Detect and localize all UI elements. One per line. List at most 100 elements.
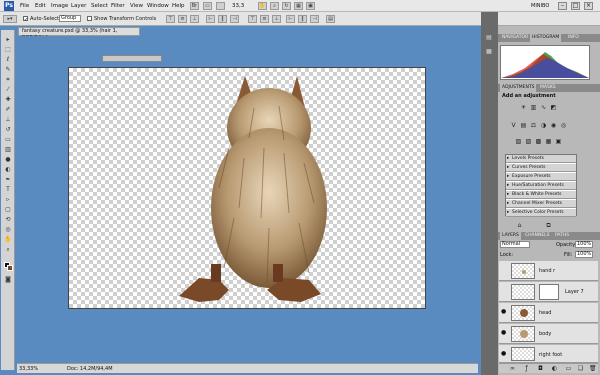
clip-to-layer-icon[interactable]: ⧉	[545, 222, 552, 229]
document-tab[interactable]: fantasy creature.psd @ 33,3% (hair 1, RG…	[18, 27, 140, 41]
visibility-toggle-icon[interactable]: ●	[501, 330, 507, 336]
align-middle-icon[interactable]: ≡	[178, 15, 187, 23]
hand-tool-icon[interactable]: ✋	[258, 2, 267, 10]
quick-mask-icon[interactable]: ◙	[3, 276, 13, 284]
brightness-icon[interactable]: ☀	[520, 104, 527, 111]
preset-exposure[interactable]: Exposure Presets	[506, 173, 576, 181]
dock-panel-icon[interactable]: ▦	[484, 48, 494, 56]
pen-tool-icon[interactable]: ✒	[3, 176, 13, 184]
menu-layer[interactable]: Layer	[71, 3, 86, 9]
path-select-icon[interactable]: ▹	[3, 196, 13, 204]
gradient-tool-icon[interactable]: ▥	[3, 146, 13, 154]
type-tool-icon[interactable]: T	[3, 186, 13, 194]
visibility-toggle-icon[interactable]: ●	[501, 351, 507, 357]
visibility-toggle-icon[interactable]	[501, 288, 507, 294]
add-mask-icon[interactable]: ◘	[537, 365, 544, 372]
dock-panel-icon[interactable]: ▤	[484, 34, 494, 42]
distribute-top-icon[interactable]: ⊤	[248, 15, 257, 23]
document-canvas[interactable]	[68, 67, 426, 309]
exposure-icon[interactable]: ◩	[550, 104, 557, 111]
threshold-icon[interactable]: ▩	[535, 138, 542, 145]
selective-color-icon[interactable]: ▣	[555, 138, 562, 145]
3d-orbit-icon[interactable]: ◎	[3, 226, 13, 234]
dodge-tool-icon[interactable]: ◐	[3, 166, 13, 174]
preset-selective-color[interactable]: Selective Color Presets	[506, 209, 576, 217]
layer-row[interactable]: ● right foot	[499, 345, 598, 363]
distribute-middle-icon[interactable]: ≡	[260, 15, 269, 23]
return-to-list-icon[interactable]: ⌂	[516, 222, 523, 229]
show-transform-checkbox[interactable]	[87, 16, 92, 21]
new-group-icon[interactable]: ▭	[565, 365, 572, 372]
invert-icon[interactable]: ▧	[515, 138, 522, 145]
layer-name[interactable]: right foot	[539, 352, 562, 358]
rotate-view-icon[interactable]: ↻	[282, 2, 291, 10]
layer-row[interactable]: hand r	[499, 261, 598, 281]
arrange-documents-icon[interactable]: ▦	[294, 2, 303, 10]
preset-curves[interactable]: Curves Presets	[506, 164, 576, 172]
tab-layers[interactable]: LAYERS	[500, 232, 521, 240]
doc-size-readout[interactable]: Doc: 14,2M/94,4M	[67, 366, 113, 372]
gradient-map-icon[interactable]: ▦	[545, 138, 552, 145]
layer-row[interactable]: ● head	[499, 303, 598, 323]
menu-help[interactable]: Help	[172, 3, 185, 9]
visibility-toggle-icon[interactable]: ●	[501, 309, 507, 315]
menu-filter[interactable]: Filter	[111, 3, 125, 9]
workspace-label[interactable]: MINIBO	[531, 3, 549, 9]
maximize-button[interactable]: □	[571, 2, 580, 10]
screen-mode-switch-icon[interactable]: ▣	[306, 2, 315, 10]
tab-masks[interactable]: MASKS	[538, 84, 558, 92]
layer-style-icon[interactable]: ƒ	[523, 365, 530, 372]
screen-mode-icon[interactable]: ▭	[203, 2, 212, 10]
marquee-tool-icon[interactable]: ⬚	[3, 46, 13, 54]
bridge-icon[interactable]: Br	[190, 2, 199, 10]
auto-align-icon[interactable]: ▤	[326, 15, 335, 23]
auto-select-checkbox[interactable]: ✓	[23, 16, 28, 23]
color-balance-icon[interactable]: ⚖	[530, 122, 537, 129]
fill-field[interactable]: 100%	[575, 251, 593, 258]
tab-paths[interactable]: PATHS	[553, 232, 571, 240]
opacity-field[interactable]: 100%	[575, 241, 593, 248]
preset-levels[interactable]: Levels Presets	[506, 155, 576, 163]
history-brush-icon[interactable]: ↺	[3, 126, 13, 134]
eraser-tool-icon[interactable]: ▭	[3, 136, 13, 144]
distribute-center-icon[interactable]: ‖	[298, 15, 307, 23]
visibility-toggle-icon[interactable]	[501, 267, 507, 273]
clone-stamp-icon[interactable]: ⊥	[3, 116, 13, 124]
close-button[interactable]: ×	[584, 2, 593, 10]
new-adjustment-icon[interactable]: ◐	[551, 365, 558, 372]
zoom-tool-icon[interactable]: ⌕	[270, 2, 279, 10]
layer-name[interactable]: hand r	[539, 268, 555, 274]
shape-tool-icon[interactable]: ▢	[3, 206, 13, 214]
black-white-icon[interactable]: ◑	[540, 122, 547, 129]
crop-tool-icon[interactable]: ⌗	[3, 76, 13, 84]
floating-palette[interactable]	[102, 55, 162, 62]
tab-navigator[interactable]: NAVIGATOR	[500, 34, 530, 42]
distribute-bottom-icon[interactable]: ⊥	[272, 15, 281, 23]
tab-histogram[interactable]: HISTOGRAM	[530, 34, 562, 42]
align-center-icon[interactable]: ‖	[218, 15, 227, 23]
align-right-icon[interactable]: ⊣	[230, 15, 239, 23]
posterize-icon[interactable]: ▨	[525, 138, 532, 145]
blur-tool-icon[interactable]: ●	[3, 156, 13, 164]
zoom-readout[interactable]: 33,33%	[19, 366, 38, 372]
layer-name[interactable]: body	[539, 331, 551, 337]
zoom-tool-icon[interactable]: ⌕	[3, 246, 13, 254]
tab-info[interactable]: INFO	[566, 34, 581, 42]
minimize-button[interactable]: –	[558, 2, 567, 10]
preset-channel-mixer[interactable]: Channel Mixer Presets	[506, 200, 576, 208]
vibrance-icon[interactable]: V	[510, 122, 517, 129]
hue-saturation-icon[interactable]: ▤	[520, 122, 527, 129]
hand-tool-icon[interactable]: ✋	[3, 236, 13, 244]
preset-hue-saturation[interactable]: Hue/Saturation Presets	[506, 182, 576, 190]
distribute-left-icon[interactable]: ⊢	[286, 15, 295, 23]
layer-row[interactable]: ● body	[499, 324, 598, 344]
new-layer-icon[interactable]: ❏	[577, 365, 584, 372]
move-tool-preset-icon[interactable]: ▸▾	[3, 15, 17, 23]
distribute-right-icon[interactable]: ⊣	[310, 15, 319, 23]
quick-select-tool-icon[interactable]: ✎	[3, 66, 13, 74]
layer-row[interactable]: Layer 7	[499, 282, 598, 302]
menu-image[interactable]: Image	[51, 3, 68, 9]
tab-channels[interactable]: CHANNELS	[523, 232, 552, 240]
align-left-icon[interactable]: ⊢	[206, 15, 215, 23]
photo-filter-icon[interactable]: ◉	[550, 122, 557, 129]
